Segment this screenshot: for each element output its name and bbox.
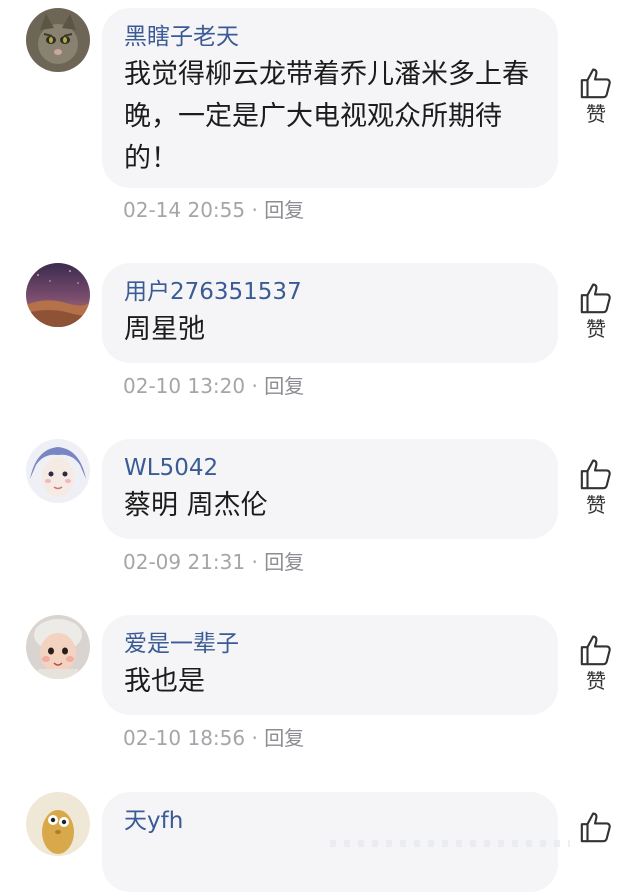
timestamp: 02-10 13:20 <box>123 374 246 398</box>
illustrated-face-avatar-icon[interactable] <box>26 439 90 503</box>
meta-separator: · <box>251 550 258 574</box>
timestamp: 02-14 20:55 <box>123 198 246 222</box>
comment-meta: 02-09 21:31 · 回复 <box>123 549 304 575</box>
overflow-content-hint <box>330 840 570 847</box>
username[interactable]: 黑瞎子老天 <box>124 22 538 52</box>
comment-bubble: 用户276351537 周星弛 <box>102 263 558 363</box>
reply-button[interactable]: 回复 <box>264 726 304 750</box>
timestamp: 02-09 21:31 <box>123 550 246 574</box>
thumbs-up-icon <box>580 459 611 490</box>
like-button[interactable]: 赞 <box>572 633 620 693</box>
comment-text: 我也是 <box>124 666 205 697</box>
reply-button[interactable]: 回复 <box>264 198 304 222</box>
like-label: 赞 <box>586 669 606 693</box>
thumbs-up-icon <box>580 635 611 666</box>
timestamp: 02-10 18:56 <box>123 726 246 750</box>
desert-night-avatar-icon[interactable] <box>26 263 90 327</box>
cat-avatar-icon[interactable] <box>26 8 90 72</box>
meta-separator: · <box>251 726 258 750</box>
username[interactable]: 天yfh <box>124 806 538 836</box>
thumbs-up-icon <box>580 283 611 314</box>
username[interactable]: 用户276351537 <box>124 277 538 307</box>
cartoon-avatar-icon[interactable] <box>26 792 90 856</box>
like-label: 赞 <box>586 102 606 126</box>
thumbs-up-icon <box>580 68 611 99</box>
comment-meta: 02-14 20:55 · 回复 <box>123 197 304 223</box>
comment-meta: 02-10 18:56 · 回复 <box>123 725 304 751</box>
comment-meta: 02-10 13:20 · 回复 <box>123 373 304 399</box>
like-button[interactable] <box>572 810 620 844</box>
comment-bubble: 爱是一辈子 我也是 <box>102 615 558 715</box>
meta-separator: · <box>251 198 258 222</box>
like-button[interactable]: 赞 <box>572 66 620 126</box>
baby-avatar-icon[interactable] <box>26 615 90 679</box>
comment-text: 我觉得柳云龙带着乔儿潘米多上春晚，一定是广大电视观众所期待的！ <box>124 59 529 174</box>
thumbs-up-icon <box>580 812 611 843</box>
like-button[interactable]: 赞 <box>572 281 620 341</box>
like-label: 赞 <box>586 317 606 341</box>
username[interactable]: WL5042 <box>124 453 538 483</box>
comment-bubble: 黑瞎子老天 我觉得柳云龙带着乔儿潘米多上春晚，一定是广大电视观众所期待的！ <box>102 8 558 188</box>
meta-separator: · <box>251 374 258 398</box>
comment-text: 蔡明 周杰伦 <box>124 490 268 521</box>
reply-button[interactable]: 回复 <box>264 550 304 574</box>
comment-text: 周星弛 <box>124 314 205 345</box>
comment-bubble: WL5042 蔡明 周杰伦 <box>102 439 558 539</box>
like-label: 赞 <box>586 493 606 517</box>
reply-button[interactable]: 回复 <box>264 374 304 398</box>
like-button[interactable]: 赞 <box>572 457 620 517</box>
username[interactable]: 爱是一辈子 <box>124 629 538 659</box>
